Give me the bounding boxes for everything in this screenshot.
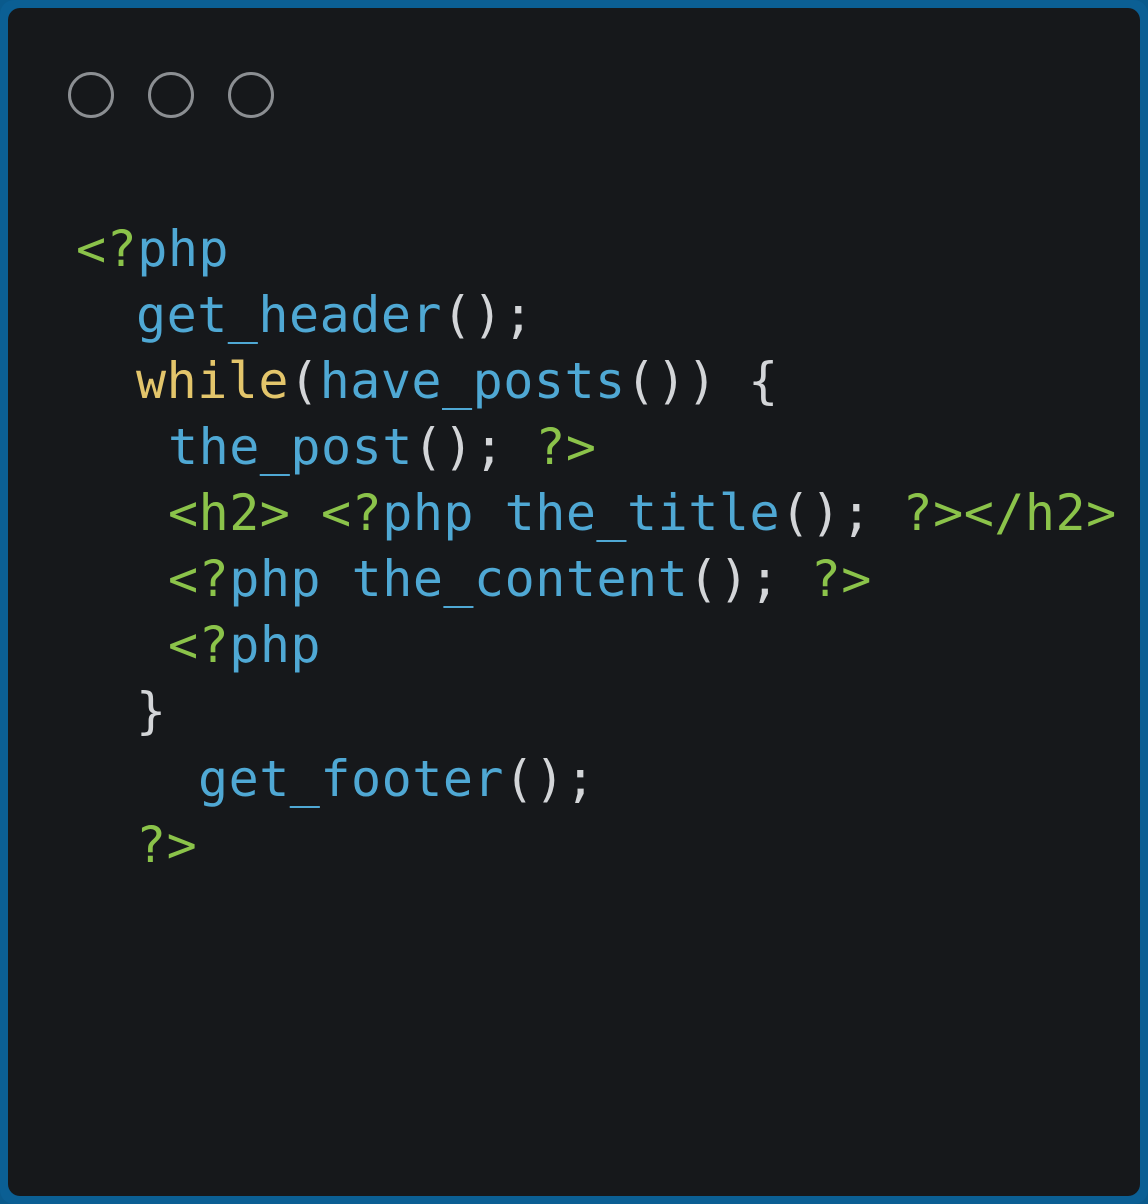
code-line: <h2> <?php the_title(); ?></h2> xyxy=(168,480,1117,546)
code-card-frame: <?php get_header(); while(have_posts()) {t… xyxy=(0,0,1148,1204)
code-token: <? xyxy=(168,550,230,608)
window-control-circle-icon[interactable] xyxy=(68,72,114,118)
code-token: <h2> <? xyxy=(168,484,383,542)
code-token: (); xyxy=(688,550,811,608)
code-token: ?> xyxy=(136,816,198,874)
code-token: while xyxy=(136,352,290,410)
code-token: php the_content xyxy=(229,550,689,608)
code-token: php the_title xyxy=(382,484,781,542)
code-line: <?php xyxy=(76,216,229,282)
code-token: ( xyxy=(289,352,320,410)
code-token: ()) { xyxy=(625,352,779,410)
code-line: the_post(); ?> xyxy=(168,414,596,480)
code-token: have_posts xyxy=(319,352,626,410)
code-line: ?> xyxy=(136,812,197,878)
code-token: the_post xyxy=(168,418,413,476)
code-token: ?></h2> xyxy=(902,484,1117,542)
code-token: php xyxy=(137,220,230,278)
code-token: get_footer xyxy=(198,750,505,808)
code-token: (); xyxy=(504,750,596,808)
code-line: } xyxy=(136,678,167,744)
window-control-circle-icon[interactable] xyxy=(148,72,194,118)
code-window: <?php get_header(); while(have_posts()) {t… xyxy=(8,8,1140,1196)
code-token: ?> xyxy=(535,418,597,476)
window-control-circle-icon[interactable] xyxy=(228,72,274,118)
code-token: } xyxy=(136,682,167,740)
code-line: while(have_posts()) { xyxy=(136,348,779,414)
code-token: get_header xyxy=(136,286,443,344)
code-token: ?> xyxy=(810,550,872,608)
code-token: (); xyxy=(442,286,534,344)
code-token: (); xyxy=(412,418,536,476)
code-token: php xyxy=(229,616,322,674)
code-token: (); xyxy=(780,484,903,542)
code-line: <?php the_content(); ?> xyxy=(168,546,872,612)
code-token: <? xyxy=(76,220,138,278)
code-token: <? xyxy=(168,616,230,674)
code-line: get_footer(); xyxy=(198,746,596,812)
code-line: get_header(); xyxy=(136,282,534,348)
code-line: <?php xyxy=(168,612,321,678)
